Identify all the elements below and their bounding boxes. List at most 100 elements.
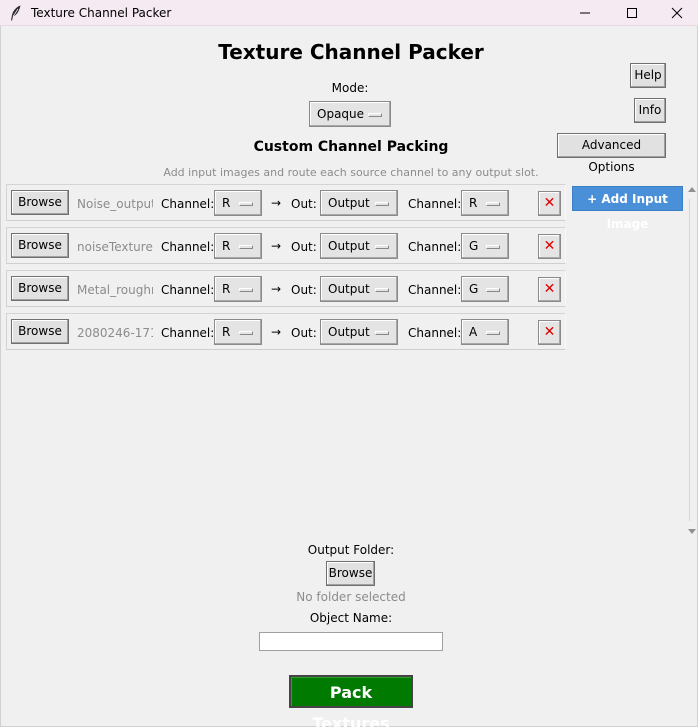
mode-select-value: Opaque [317,107,365,121]
output-channel-label: Channel: [408,326,462,340]
dropdown-indicator-icon [239,331,253,335]
close-window-button[interactable] [654,0,698,26]
scroll-track[interactable] [689,199,695,521]
window-title: Texture Channel Packer [31,6,172,20]
source-channel-label: Channel: [161,326,215,340]
source-channel-label: Channel: [161,197,215,211]
source-channel-select[interactable]: R [214,276,262,302]
dropdown-indicator-icon [239,245,253,249]
input-row: Browse noiseTexture.p Channel: R → Out: … [6,227,566,264]
output-select[interactable]: Output [320,190,398,216]
output-select[interactable]: Output [320,233,398,259]
object-name-input[interactable] [259,632,443,651]
output-channel-value: G [469,239,479,253]
dropdown-indicator-icon [486,245,500,249]
remove-row-button[interactable]: ✕ [538,234,561,259]
output-channel-value: A [469,325,478,339]
output-channel-value: G [469,282,479,296]
close-icon: ✕ [543,238,556,254]
dropdown-indicator-icon [239,202,253,206]
mode-select[interactable]: Opaque [309,101,391,127]
browse-input-button[interactable]: Browse [11,190,69,215]
input-row: Browse Metal_roughn Channel: R → Out: Ou… [6,270,566,307]
source-channel-value: R [222,196,231,210]
dropdown-indicator-icon [486,288,500,292]
output-select[interactable]: Output [320,276,398,302]
output-value: Output [328,325,370,339]
source-channel-value: R [222,325,231,339]
input-row: Browse 2080246-1713 Channel: R → Out: Ou… [6,313,566,350]
output-select[interactable]: Output [320,319,398,345]
input-filename: Noise_output. [77,197,153,211]
source-channel-label: Channel: [161,240,215,254]
close-icon: ✕ [543,324,556,340]
output-channel-label: Channel: [408,240,462,254]
minimize-button[interactable] [562,0,608,26]
out-label: Out: [291,283,317,297]
mode-label: Mode: [331,81,369,95]
output-channel-value: R [469,196,478,210]
browse-input-button[interactable]: Browse [11,233,69,258]
minimize-icon [580,12,590,14]
output-channel-select[interactable]: R [461,190,509,216]
add-input-image-button[interactable]: + Add Input Image [572,186,683,231]
output-value: Output [328,282,370,296]
maximize-icon [627,8,637,18]
input-row: Browse Noise_output. Channel: R → Out: O… [6,184,566,221]
remove-row-button[interactable]: ✕ [538,277,561,302]
page-title: Texture Channel Packer [218,40,484,64]
output-channel-select[interactable]: A [461,319,509,345]
section-title: Custom Channel Packing [253,139,449,155]
dropdown-indicator-icon [375,288,389,292]
output-channel-select[interactable]: G [461,233,509,259]
source-channel-value: R [222,239,231,253]
close-icon: ✕ [543,281,556,297]
out-label: Out: [291,326,317,340]
arrow-icon: → [271,325,282,339]
title-bar: Texture Channel Packer [0,0,698,26]
output-channel-label: Channel: [408,197,462,211]
browse-input-button[interactable]: Browse [11,319,69,344]
pack-textures-button[interactable]: Pack Textures [289,675,413,727]
hint-text: Add input images and route each source c… [163,166,539,179]
browse-output-folder-button[interactable]: Browse [326,561,375,586]
source-channel-label: Channel: [161,283,215,297]
output-channel-label: Channel: [408,283,462,297]
scroll-down-icon[interactable] [688,529,696,534]
output-value: Output [328,196,370,210]
dropdown-indicator-icon [239,288,253,292]
browse-input-button[interactable]: Browse [11,276,69,301]
dropdown-indicator-icon [375,331,389,335]
remove-row-button[interactable]: ✕ [538,320,561,345]
rows-scrollbar[interactable] [686,183,698,538]
remove-row-button[interactable]: ✕ [538,191,561,216]
dropdown-indicator-icon [368,113,382,117]
arrow-icon: → [271,196,282,210]
output-channel-select[interactable]: G [461,276,509,302]
scroll-up-icon[interactable] [688,187,696,192]
close-icon: ✕ [543,195,556,211]
dropdown-indicator-icon [486,202,500,206]
source-channel-select[interactable]: R [214,319,262,345]
dropdown-indicator-icon [486,331,500,335]
input-filename: noiseTexture.p [77,240,153,254]
arrow-icon: → [271,282,282,296]
source-channel-value: R [222,282,231,296]
source-channel-select[interactable]: R [214,233,262,259]
output-folder-label: Output Folder: [307,543,395,557]
object-name-label: Object Name: [309,611,393,625]
input-filename: Metal_roughn [77,283,153,297]
feather-icon [10,5,22,21]
input-filename: 2080246-1713 [77,326,153,340]
help-button[interactable]: Help [630,63,666,88]
source-channel-select[interactable]: R [214,190,262,216]
output-value: Output [328,239,370,253]
maximize-button[interactable] [609,0,655,26]
info-button[interactable]: Info [634,98,666,123]
folder-status-text: No folder selected [296,590,406,604]
out-label: Out: [291,240,317,254]
dropdown-indicator-icon [375,202,389,206]
dropdown-indicator-icon [375,245,389,249]
close-icon [671,7,683,19]
arrow-icon: → [271,239,282,253]
